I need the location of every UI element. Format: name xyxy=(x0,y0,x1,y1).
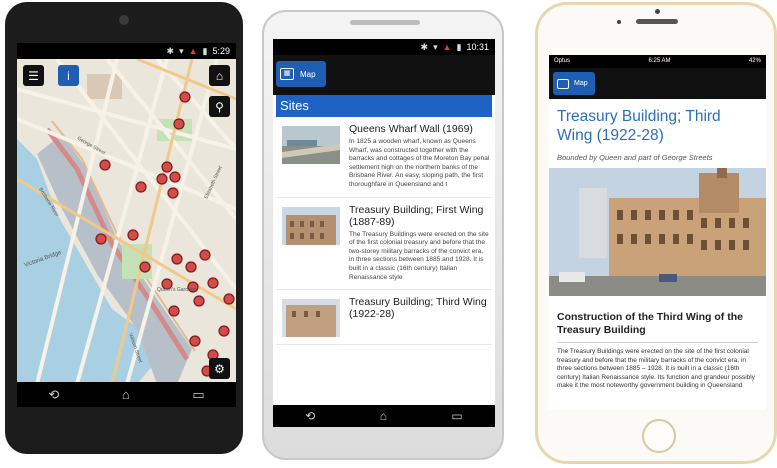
sensor xyxy=(617,20,621,24)
app-bar: ▦ Map xyxy=(273,55,495,95)
app-bar: Map xyxy=(549,68,766,99)
front-camera xyxy=(655,9,660,14)
location-pin-icon: ⚲ xyxy=(215,99,224,114)
status-time: 5:29 xyxy=(212,46,230,56)
wifi-icon: ▾ xyxy=(179,46,184,56)
home-nav-icon[interactable]: ⌂ xyxy=(122,387,130,402)
settings-button[interactable]: ⚙ xyxy=(209,358,230,379)
home-button[interactable] xyxy=(642,419,676,453)
list-item[interactable]: Queens Wharf Wall (1969) In 1825 a woode… xyxy=(276,117,492,198)
status-bar: Optus 6:25 AM 42% xyxy=(549,55,766,68)
site-title: Treasury Building; First Wing (1887-89) xyxy=(349,203,484,228)
status-time: 6:25 AM xyxy=(648,58,671,64)
battery-icon: ▮ xyxy=(456,42,462,52)
sites-screen: ✱ ▾ ▲ ▮ 10:31 ▦ Map Sites Queens Wharf Wall … xyxy=(273,39,495,405)
phone-iphone-gold: Optus 6:25 AM 42% Map Treasury Building;… xyxy=(535,2,777,464)
alert-icon: ▲ xyxy=(442,42,452,52)
location-button[interactable]: ⚲ xyxy=(209,96,230,117)
info-icon: i xyxy=(67,68,70,83)
site-title: Treasury Building; Third Wing (1922-28) xyxy=(349,296,487,321)
menu-icon: ☰ xyxy=(28,68,39,83)
recents-icon[interactable]: ▭ xyxy=(192,387,204,403)
page-title: Treasury Building; Third Wing (1922-28) xyxy=(557,108,721,144)
recents-icon[interactable]: ▭ xyxy=(451,409,462,423)
site-thumbnail xyxy=(282,126,340,164)
home-button[interactable]: ⌂ xyxy=(209,65,230,86)
alert-icon: ▲ xyxy=(188,46,198,56)
phone-android-white: ✱ ▾ ▲ ▮ 10:31 ▦ Map Sites Queens Wharf Wall … xyxy=(262,10,504,460)
status-time: 10:31 xyxy=(466,42,489,52)
android-nav-bar: ⟲ ⌂ ▭ xyxy=(17,382,236,407)
home-nav-icon[interactable]: ⌂ xyxy=(380,409,387,423)
phone-android-black: ✱ ▾ ▲ ▮ 5:29 Victoria Bridge Queen's Gar… xyxy=(5,2,243,454)
site-thumbnail xyxy=(282,206,340,245)
android-nav-bar: ⟲ ⌂ ▭ xyxy=(273,405,495,427)
map-screen: ✱ ▾ ▲ ▮ 5:29 Victoria Bridge Queen's Gar… xyxy=(17,43,236,407)
site-thumbnail xyxy=(282,299,340,338)
site-description: In 1825 a wooden wharf, known as Queens … xyxy=(349,138,490,188)
map-button[interactable]: ▦ Map xyxy=(276,61,326,87)
sites-list: Queens Wharf Wall (1969) In 1825 a woode… xyxy=(273,117,495,346)
map-button-label: Map xyxy=(300,69,316,79)
site-title: Queens Wharf Wall (1969) xyxy=(349,123,473,135)
carrier-label: Optus xyxy=(554,58,571,64)
earpiece xyxy=(350,20,420,25)
front-camera xyxy=(119,15,129,25)
wifi-icon: ▾ xyxy=(433,42,438,52)
site-detail-screen: Optus 6:25 AM 42% Map Treasury Building;… xyxy=(549,55,766,410)
status-bar: ✱ ▾ ▲ ▮ 5:29 xyxy=(17,43,236,59)
map-label-queens-gardens: Queen's Gardens xyxy=(157,287,197,293)
list-item[interactable]: Treasury Building; First Wing (1887-89) … xyxy=(276,198,492,291)
back-icon[interactable]: ⟲ xyxy=(48,387,59,403)
bluetooth-icon: ✱ xyxy=(420,42,429,52)
body-text: The Treasury Buildings were erected on t… xyxy=(557,348,755,389)
info-button[interactable]: i xyxy=(58,65,79,86)
menu-button[interactable]: ☰ xyxy=(23,65,44,86)
battery-label: 42% xyxy=(748,58,761,64)
earpiece xyxy=(636,19,678,24)
page-subtitle: Bounded by Queen and part of George Stre… xyxy=(557,153,713,162)
sites-header: Sites xyxy=(276,95,492,117)
home-icon: ⌂ xyxy=(215,68,224,83)
building-photo xyxy=(549,168,766,296)
map-view[interactable]: Victoria Bridge Queen's Gardens William … xyxy=(17,59,236,384)
battery-icon: ▮ xyxy=(202,46,208,56)
back-icon[interactable]: ⟲ xyxy=(305,409,315,423)
bluetooth-icon: ✱ xyxy=(166,46,175,56)
gear-icon: ⚙ xyxy=(214,361,225,376)
list-item[interactable]: Treasury Building; Third Wing (1922-28) xyxy=(276,290,492,346)
map-button[interactable]: Map xyxy=(553,72,595,95)
section-heading: Construction of the Third Wing of the Tr… xyxy=(557,311,743,336)
map-icon xyxy=(557,78,569,89)
site-description: The Treasury Buildings were erected on t… xyxy=(349,230,489,281)
map-icon: ▦ xyxy=(280,68,294,80)
status-bar: ✱ ▾ ▲ ▮ 10:31 xyxy=(273,39,495,55)
map-button-label: Map xyxy=(574,80,588,87)
